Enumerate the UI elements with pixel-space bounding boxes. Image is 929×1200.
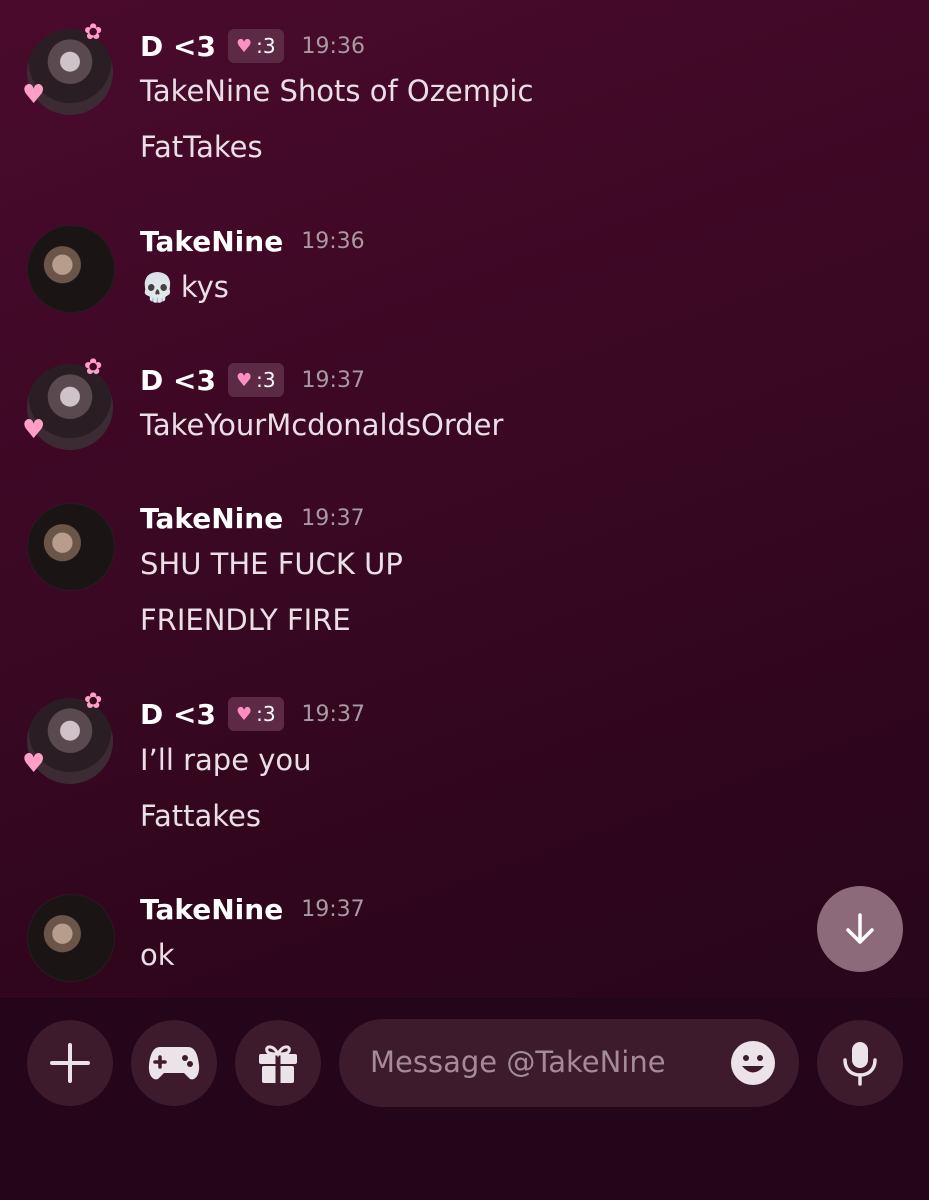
flower-decoration-icon: ✿ [84, 689, 103, 714]
avatar[interactable] [27, 503, 115, 591]
avatar[interactable] [27, 894, 115, 982]
heart-icon: ♥ [235, 703, 253, 725]
message-text: Fattakes [140, 799, 262, 833]
flower-decoration-icon: ✿ [84, 355, 103, 380]
timestamp: 19:36 [301, 228, 365, 254]
message-input[interactable]: Message @TakeNine [339, 1019, 799, 1107]
message-text: FatTakes [140, 130, 263, 164]
author-name[interactable]: TakeNine [140, 225, 283, 258]
status-badge: ♥ :3 [227, 363, 284, 397]
message-input-placeholder: Message @TakeNine [370, 1045, 666, 1079]
timestamp: 19:36 [301, 33, 365, 59]
timestamp: 19:37 [301, 367, 365, 393]
message-text: FRIENDLY FIRE [140, 603, 351, 637]
activities-button[interactable] [131, 1020, 217, 1106]
author-name[interactable]: TakeNine [140, 893, 283, 926]
timestamp: 19:37 [301, 701, 365, 727]
message-text: I’ll rape you [140, 743, 312, 777]
voice-message-button[interactable] [817, 1020, 903, 1106]
gamepad-icon [148, 1047, 200, 1080]
skull-emoji: 💀 [140, 271, 175, 304]
add-attachment-button[interactable] [27, 1020, 113, 1106]
badge-text: :3 [256, 702, 276, 726]
plus-icon [50, 1043, 90, 1083]
author-name[interactable]: D <3 [140, 30, 216, 63]
heart-icon: ♥ [235, 35, 253, 57]
message-text: TakeYourMcdonaldsOrder [140, 408, 504, 442]
scroll-to-bottom-button[interactable] [817, 886, 903, 972]
message-text-content: kys [180, 270, 229, 304]
heart-decoration-icon: ♥ [22, 749, 46, 779]
author-name[interactable]: D <3 [140, 364, 216, 397]
message-text: 💀 kys [140, 270, 229, 304]
message-text: TakeNine Shots of Ozempic [140, 74, 534, 108]
badge-text: :3 [256, 368, 276, 392]
timestamp: 19:37 [301, 896, 365, 922]
message-text: ok [140, 938, 175, 972]
gift-button[interactable] [235, 1020, 321, 1106]
emoji-icon[interactable] [729, 1039, 777, 1087]
heart-decoration-icon: ♥ [22, 80, 46, 110]
arrow-down-icon [846, 913, 874, 944]
author-name[interactable]: TakeNine [140, 502, 283, 535]
chat-messages: ♥ ✿ D <3 ♥ :3 19:36 TakeNine Shots of Oz… [0, 0, 929, 998]
avatar[interactable] [27, 225, 115, 313]
microphone-icon [843, 1042, 877, 1086]
message-text: SHU THE FUCK UP [140, 547, 403, 581]
status-badge: ♥ :3 [227, 697, 284, 731]
timestamp: 19:37 [301, 505, 365, 531]
status-badge: ♥ :3 [227, 29, 284, 63]
author-name[interactable]: D <3 [140, 698, 216, 731]
badge-text: :3 [256, 34, 276, 58]
flower-decoration-icon: ✿ [84, 20, 103, 45]
heart-icon: ♥ [235, 369, 253, 391]
heart-decoration-icon: ♥ [22, 415, 46, 445]
gift-icon [259, 1045, 297, 1083]
